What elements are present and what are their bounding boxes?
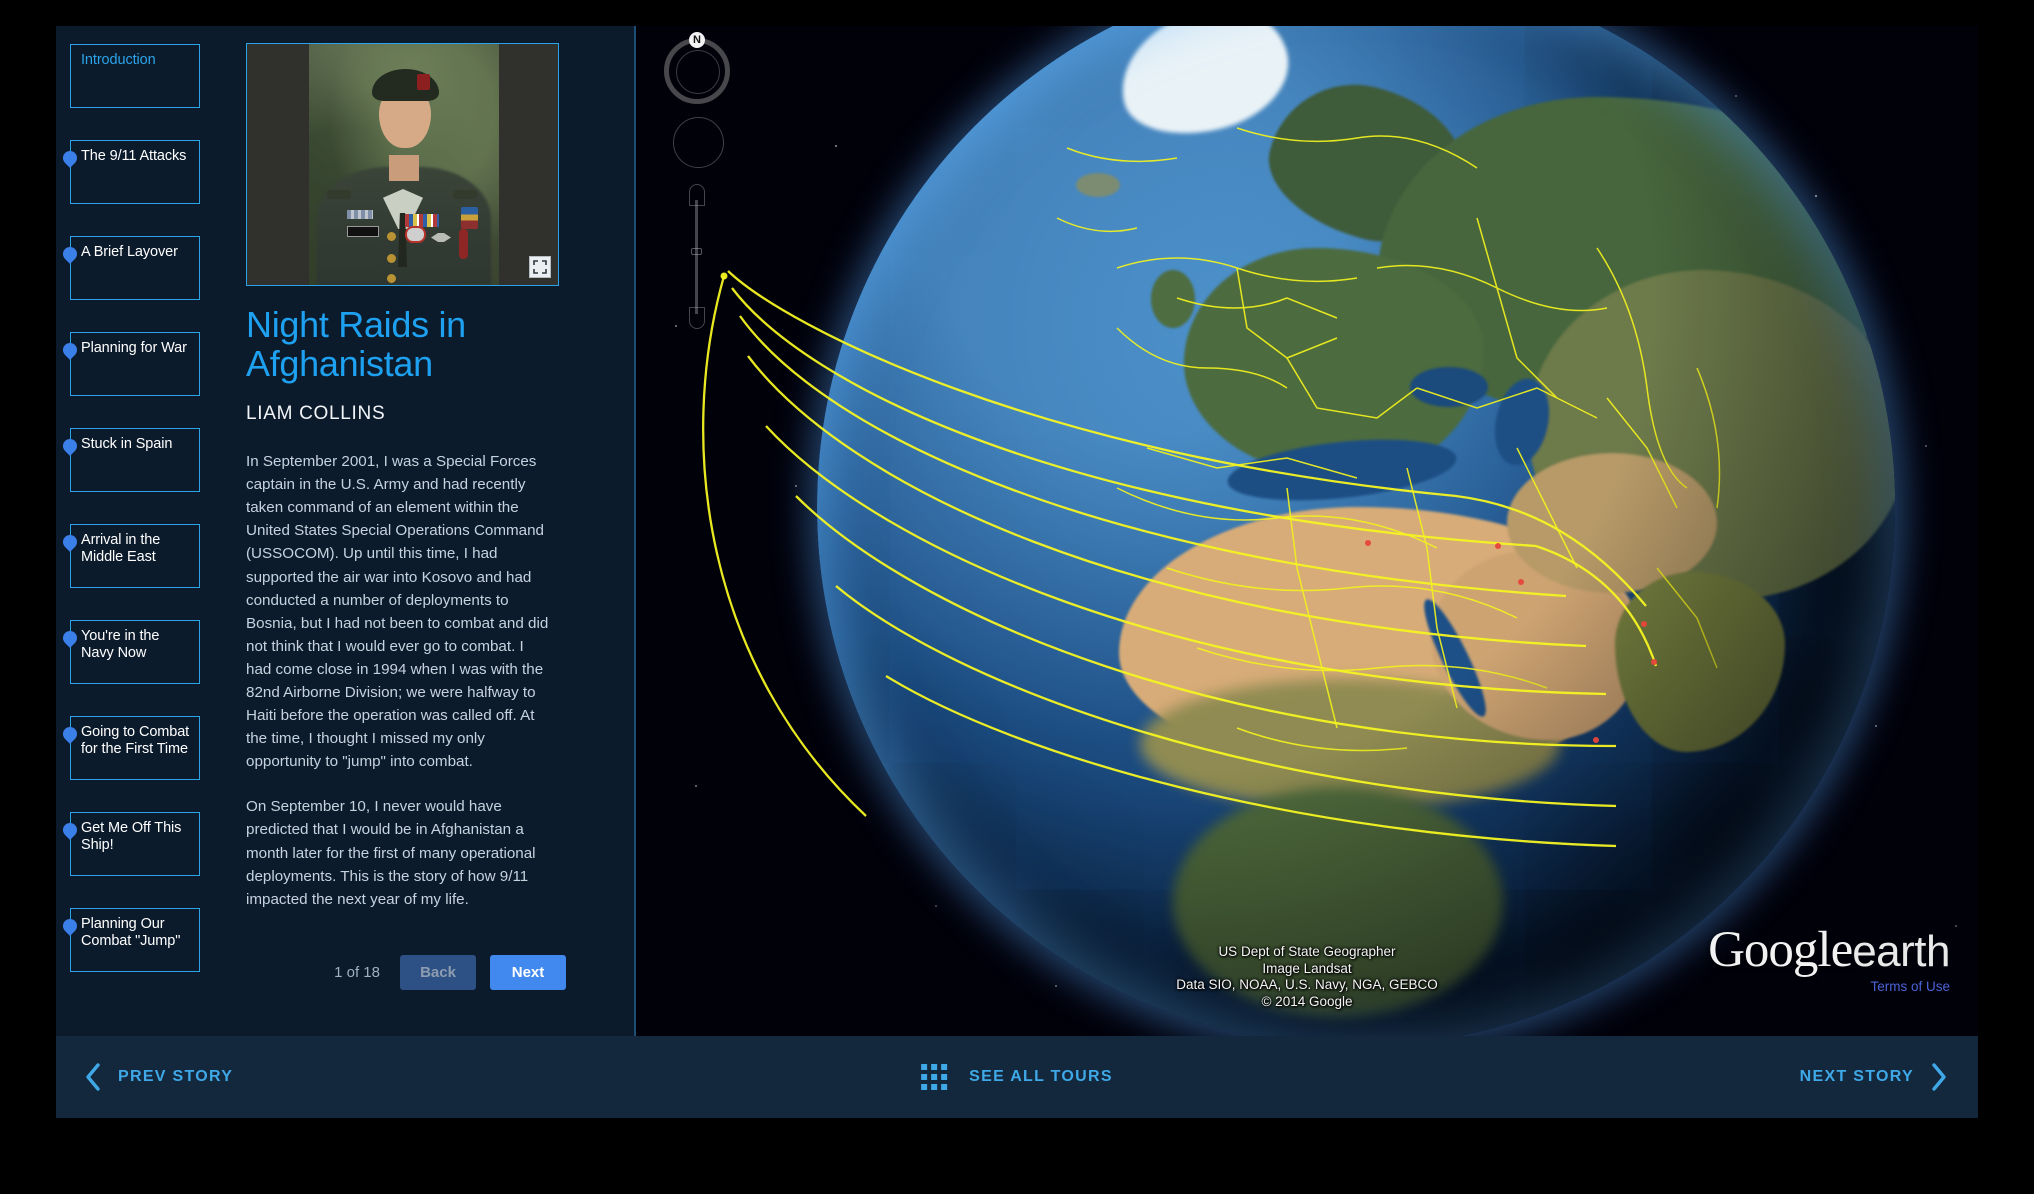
zoom-slider-handle[interactable] <box>691 248 702 255</box>
chapter-item-0[interactable]: Introduction <box>70 44 200 108</box>
next-button[interactable]: Next <box>490 955 566 990</box>
back-button[interactable]: Back <box>400 955 476 990</box>
compass-icon[interactable]: N <box>664 32 730 104</box>
next-story-label: NEXT STORY <box>1799 1068 1914 1085</box>
story-paragraph-1: In September 2001, I was a Special Force… <box>246 453 549 771</box>
story-body: In September 2001, I was a Special Force… <box>246 450 552 911</box>
attribution-line-1: US Dept of State Geographer <box>1218 944 1396 960</box>
map-pin-icon <box>60 724 80 744</box>
see-all-tours-label: SEE ALL TOURS <box>969 1068 1113 1085</box>
chapter-label: You're in the Navy Now <box>81 628 160 662</box>
chapter-item-9[interactable]: Planning Our Combat "Jump" <box>60 908 200 972</box>
chapter-item-2[interactable]: A Brief Layover <box>60 236 200 300</box>
map-pin-icon <box>60 436 80 456</box>
photo-button <box>387 274 396 283</box>
chapter-label: Arrival in the Middle East <box>81 532 161 566</box>
story-article: Night Raids in Afghanistan LIAM COLLINS … <box>228 26 634 1036</box>
compass-north-label: N <box>689 32 705 48</box>
story-author: LIAM COLLINS <box>246 403 386 425</box>
photo-ribbon-rack <box>405 214 439 227</box>
chapter-label: Planning Our Combat "Jump" <box>81 916 181 950</box>
photo-nametag <box>347 226 379 237</box>
photo-button <box>387 254 396 263</box>
next-story-button[interactable]: NEXT STORY <box>1800 1062 1948 1092</box>
attribution-line-2: Image Landsat <box>1262 960 1352 976</box>
prev-story-label: PREV STORY <box>118 1068 234 1085</box>
logo-text: Googleearth <box>1708 925 1950 977</box>
photo-shoulder-patch <box>461 207 478 229</box>
app-frame: Introduction The 9/11 Attacks A Brief Layo… <box>56 26 1978 1118</box>
zoom-slider[interactable] <box>686 184 708 329</box>
page-counter: 1 of 18 <box>334 964 380 981</box>
chapter-label: Going to Combat for the First Time <box>81 724 190 758</box>
photo-shoulder-cord <box>459 229 468 259</box>
photo-ribbon-rack-secondary <box>347 210 373 219</box>
map-pin-icon <box>60 532 80 552</box>
attribution-line-3: Data SIO, NOAA, U.S. Navy, NGA, GEBCO <box>1176 977 1438 993</box>
chapter-label: Planning for War <box>81 340 187 356</box>
chapter-label: A Brief Layover <box>81 244 178 260</box>
story-panel: Introduction The 9/11 Attacks A Brief Layo… <box>56 26 636 1036</box>
map-pin-icon <box>60 148 80 168</box>
chevron-left-icon <box>86 1063 100 1091</box>
chapter-item-3[interactable]: Planning for War <box>60 332 200 396</box>
photo-combat-badge <box>405 226 426 243</box>
see-all-tours-button[interactable]: SEE ALL TOURS <box>921 1064 1113 1090</box>
logo-google-word: Google <box>1708 922 1853 978</box>
map-pin-icon <box>60 628 80 648</box>
chapter-item-1[interactable]: The 9/11 Attacks <box>60 140 200 204</box>
story-paragraph-2: On September 10, I never would have pred… <box>246 798 536 908</box>
chapter-label: The 9/11 Attacks <box>81 148 187 164</box>
compass-inner-ring <box>676 50 720 94</box>
chevron-right-icon <box>1932 1063 1946 1091</box>
landmass-iceland <box>1075 172 1120 197</box>
map-attribution: US Dept of State Geographer Image Landsa… <box>1176 944 1438 1010</box>
zoom-in-icon[interactable] <box>689 184 705 206</box>
story-photo[interactable] <box>246 43 559 286</box>
page-title: Night Raids in Afghanistan <box>246 304 466 384</box>
chapter-list[interactable]: Introduction The 9/11 Attacks A Brief Layo… <box>56 26 228 1036</box>
zoom-slider-track <box>695 200 698 314</box>
chapter-label: Stuck in Spain <box>81 436 173 452</box>
map-pin-icon <box>60 340 80 360</box>
attribution-line-4: © 2014 Google <box>1261 993 1353 1009</box>
logo-earth-word: earth <box>1852 927 1950 976</box>
chapter-label: Introduction <box>81 52 156 68</box>
google-earth-voyager-app: Introduction The 9/11 Attacks A Brief Layo… <box>0 0 2034 1194</box>
landmass-british-isles <box>1151 269 1196 328</box>
chapter-item-8[interactable]: Get Me Off This Ship! <box>60 812 200 876</box>
globe-viewport[interactable]: N US Dept of State Geographer Image Land… <box>636 26 1978 1036</box>
story-pager: 1 of 18 Back Next <box>246 955 566 990</box>
chapter-item-5[interactable]: Arrival in the Middle East <box>60 524 200 588</box>
prev-story-button[interactable]: PREV STORY <box>84 1062 233 1092</box>
expand-arrows-icon <box>533 260 547 274</box>
pan-control-icon[interactable] <box>673 117 724 168</box>
chapter-item-4[interactable]: Stuck in Spain <box>60 428 200 492</box>
story-photo-image <box>309 44 499 285</box>
photo-button <box>387 232 396 241</box>
terms-of-use-link[interactable]: Terms of Use <box>1708 979 1950 994</box>
zoom-out-icon[interactable] <box>689 307 705 329</box>
bottom-navigation-bar: PREV STORY SEE ALL TOURS NEXT STORY <box>56 1036 1978 1118</box>
map-pin-icon <box>60 916 80 936</box>
photo-neck <box>389 155 419 181</box>
black-sea <box>1409 366 1488 407</box>
fullscreen-icon[interactable] <box>529 256 551 278</box>
photo-epaulet-right <box>453 190 477 199</box>
photo-epaulet-left <box>327 190 351 199</box>
earth-globe[interactable] <box>817 26 1895 1036</box>
map-pin-icon <box>60 244 80 264</box>
google-earth-logo: Googleearth Terms of Use <box>1708 925 1950 995</box>
grid-icon <box>921 1064 948 1090</box>
map-navigation-controls[interactable]: N <box>664 32 736 329</box>
chapter-item-6[interactable]: You're in the Navy Now <box>60 620 200 684</box>
chapter-item-7[interactable]: Going to Combat for the First Time <box>60 716 200 780</box>
chapter-label: Get Me Off This Ship! <box>81 820 182 854</box>
map-pin-icon <box>60 820 80 840</box>
